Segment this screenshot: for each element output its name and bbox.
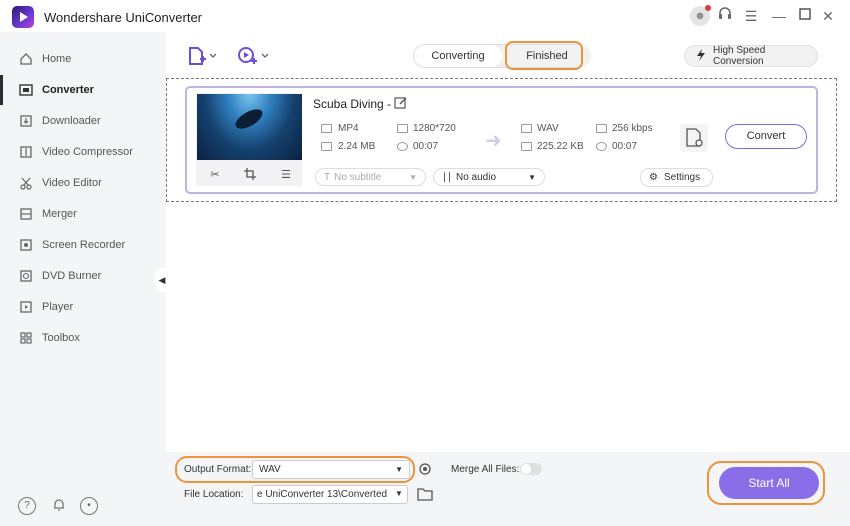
subtitle-dropdown[interactable]: T No subtitle ▼ (315, 168, 426, 186)
sidebar-item-label: DVD Burner (42, 270, 102, 282)
sidebar-item-video-compressor[interactable]: Video Compressor (0, 137, 160, 167)
app-title: Wondershare UniConverter (44, 10, 202, 25)
merge-all-label: Merge All Files: (451, 464, 520, 475)
collapse-sidebar-icon[interactable]: ◀ (155, 268, 169, 292)
grid-icon (18, 330, 34, 346)
compress-icon (18, 144, 34, 160)
record-icon (18, 237, 34, 253)
gear-icon: ⚙ (649, 172, 658, 183)
output-format-value: WAV (259, 464, 281, 475)
high-speed-label: High Speed Conversion (713, 45, 766, 67)
sidebar-item-merger[interactable]: Merger (0, 199, 160, 229)
converter-icon (18, 82, 34, 98)
sidebar-item-label: Screen Recorder (42, 239, 126, 251)
crop-icon[interactable] (242, 168, 258, 182)
maximize-icon[interactable] (795, 6, 815, 26)
target-format: WAV (537, 123, 559, 134)
audio-value: No audio (456, 171, 497, 183)
sidebar-item-label: Home (42, 53, 72, 65)
format-settings-icon[interactable] (417, 461, 433, 477)
video-thumbnail[interactable] (197, 94, 302, 160)
file-location-select[interactable]: e UniConverter 13\Converted (252, 485, 408, 504)
effects-icon[interactable]: ☰ (278, 168, 294, 182)
file-location-value: e UniConverter 13\Converted (257, 489, 388, 500)
audio-wave-icon: ∣∣ (442, 171, 452, 183)
highlight-ring-finished (505, 41, 583, 70)
add-media-button[interactable] (237, 46, 269, 66)
sidebar-item-converter[interactable]: Converter (0, 75, 160, 105)
resolution-icon (397, 124, 408, 133)
tab-converting[interactable]: Converting (414, 45, 502, 67)
trim-icon[interactable]: ✂ (207, 168, 223, 182)
bell-icon[interactable] (50, 497, 68, 515)
sidebar-item-player[interactable]: Player (0, 292, 160, 322)
notification-dot (705, 5, 711, 11)
edit-name-icon[interactable] (394, 96, 408, 110)
sidebar-item-label: Toolbox (42, 332, 80, 344)
app-logo (12, 6, 34, 28)
clock-icon (596, 142, 607, 151)
video-format-icon (321, 124, 332, 133)
folder-icon (521, 142, 532, 151)
convert-button[interactable]: Convert (725, 124, 807, 149)
sidebar: Home Converter Downloader Video Compress… (0, 32, 166, 526)
source-resolution: 1280*720 (413, 123, 456, 134)
output-format-label: Output Format: (184, 464, 252, 475)
home-icon (18, 51, 34, 67)
clock-icon (397, 142, 408, 151)
headset-icon[interactable] (715, 6, 735, 26)
help-icon[interactable]: ? (18, 497, 36, 515)
sidebar-item-dvd-burner[interactable]: DVD Burner (0, 261, 160, 291)
audio-dropdown[interactable]: ∣∣ No audio ▼ (433, 168, 545, 186)
audio-format-icon (521, 124, 532, 133)
chevron-down-icon: ▼ (409, 172, 417, 182)
chevron-down-icon: ▼ (395, 465, 403, 474)
source-format: MP4 (338, 123, 359, 134)
target-bitrate: 256 kbps (612, 123, 653, 134)
minimize-icon[interactable]: — (769, 6, 789, 26)
sidebar-item-label: Downloader (42, 115, 101, 127)
disc-icon (18, 268, 34, 284)
bitrate-icon (596, 124, 607, 133)
settings-button[interactable]: ⚙ Settings (640, 168, 713, 187)
lightning-icon (695, 48, 707, 64)
subtitle-icon: T (324, 171, 331, 183)
start-all-button[interactable]: Start All (719, 467, 819, 499)
output-format-select[interactable]: WAV ▼ (252, 460, 410, 479)
play-icon (18, 299, 34, 315)
scissors-icon (18, 175, 34, 191)
chevron-down-icon[interactable]: ▼ (395, 489, 403, 498)
feedback-icon[interactable]: • (80, 497, 98, 515)
output-settings-icon[interactable] (680, 124, 708, 152)
high-speed-conversion-button[interactable]: High Speed Conversion (684, 45, 818, 67)
convert-arrow-icon: ➜ (485, 130, 502, 152)
folder-icon (321, 142, 332, 151)
menu-icon[interactable]: ☰ (741, 6, 761, 26)
sidebar-item-label: Video Compressor (42, 146, 133, 158)
merge-icon (18, 206, 34, 222)
sidebar-item-label: Video Editor (42, 177, 102, 189)
sidebar-item-screen-recorder[interactable]: Screen Recorder (0, 230, 160, 260)
sidebar-item-toolbox[interactable]: Toolbox (0, 323, 160, 353)
sidebar-item-label: Player (42, 301, 74, 313)
sidebar-item-home[interactable]: Home (0, 44, 160, 74)
sidebar-item-downloader[interactable]: Downloader (0, 106, 160, 136)
file-name: Scuba Diving - (313, 97, 392, 111)
target-size: 225.22 KB (537, 141, 584, 152)
download-icon (18, 113, 34, 129)
add-file-button[interactable] (188, 46, 217, 66)
sidebar-item-label: Converter (42, 84, 94, 96)
subtitle-value: No subtitle (334, 171, 382, 183)
settings-label: Settings (663, 172, 701, 183)
sidebar-item-label: Merger (42, 208, 77, 220)
chevron-down-icon: ▼ (528, 172, 536, 182)
source-duration: 00:07 (413, 141, 439, 152)
sidebar-item-video-editor[interactable]: Video Editor (0, 168, 160, 198)
target-duration: 00:07 (612, 141, 638, 152)
merge-all-toggle[interactable] (520, 463, 542, 475)
close-icon[interactable]: ✕ (818, 6, 838, 26)
file-location-label: File Location: (184, 489, 244, 500)
source-size: 2.24 MB (338, 141, 376, 152)
open-folder-icon[interactable] (417, 487, 433, 501)
